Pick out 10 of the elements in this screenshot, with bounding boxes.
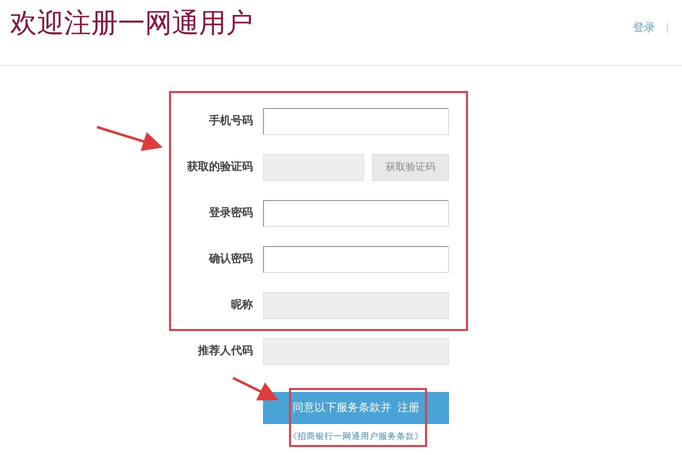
field-label: 推荐人代码 bbox=[196, 344, 253, 360]
terms-link[interactable]: 《招商银行一网通用户服务条款》 bbox=[288, 430, 424, 443]
field-label: 昵称 bbox=[230, 298, 253, 314]
field-label: 确认密码 bbox=[208, 252, 253, 268]
field-label: 登录密码 bbox=[208, 206, 253, 222]
login-link[interactable]: 登录 bbox=[633, 20, 655, 36]
agree-register-button[interactable]: 同意以下服务条款并 注册 bbox=[263, 392, 449, 424]
page-title: 欢迎注册一网通用户 bbox=[10, 7, 253, 40]
field-label: 手机号码 bbox=[208, 114, 253, 130]
field-label: 获取的验证码 bbox=[186, 160, 253, 176]
